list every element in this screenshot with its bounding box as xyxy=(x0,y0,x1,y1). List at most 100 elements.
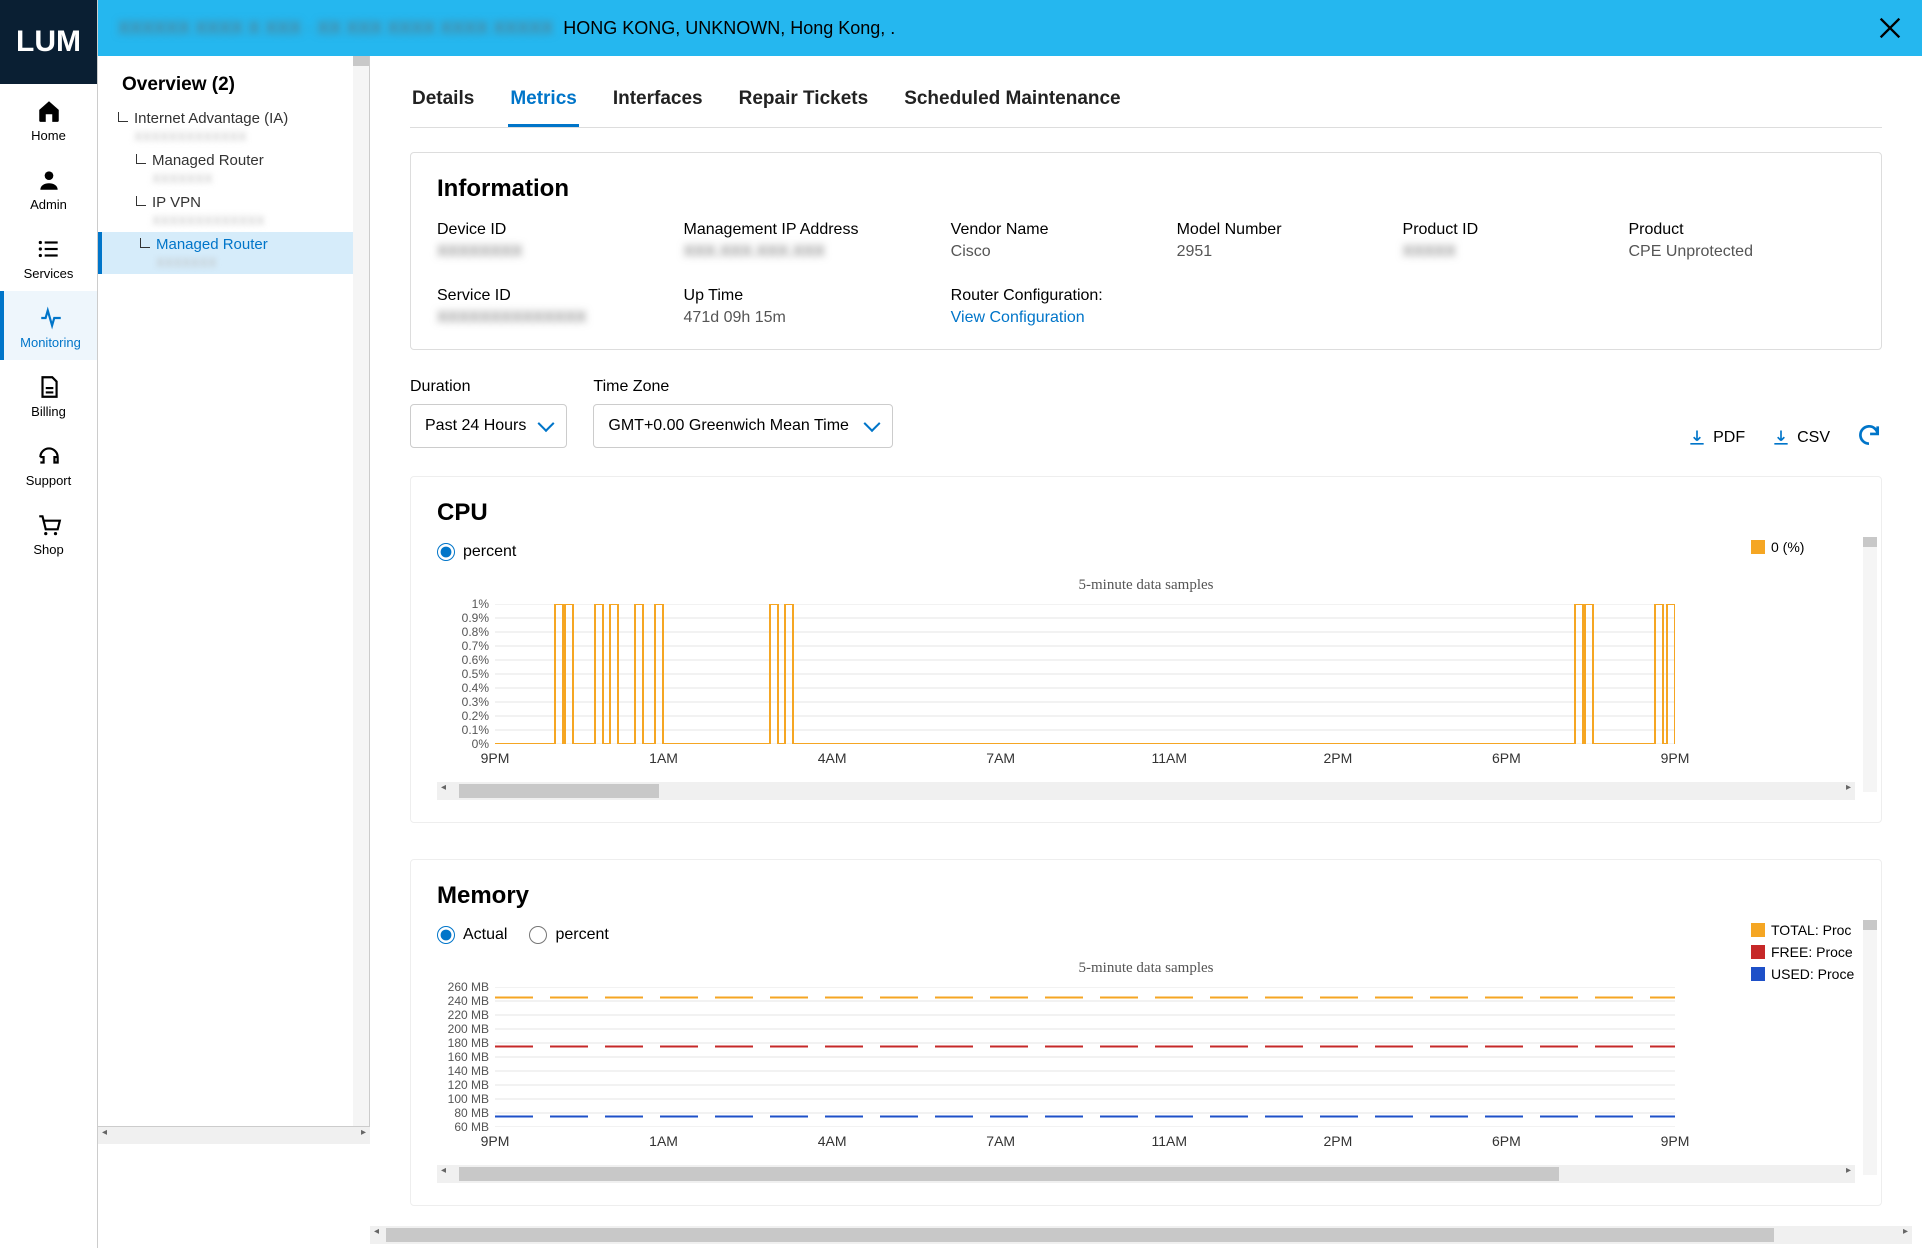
y-tick: 80 MB xyxy=(454,1106,489,1120)
memory-radio-percent-input[interactable] xyxy=(529,926,547,944)
tree-hscroll[interactable] xyxy=(98,1126,370,1144)
info-key: Router Configuration: xyxy=(951,287,1157,305)
y-tick: 100 MB xyxy=(448,1092,489,1106)
legend-label: 0 (%) xyxy=(1771,539,1804,555)
memory-radio-actual[interactable]: Actual xyxy=(437,926,507,944)
x-tick: 1AM xyxy=(649,750,678,766)
legend-swatch xyxy=(1751,923,1765,937)
memory-legend: TOTAL: ProcFREE: ProceUSED: Proce xyxy=(1751,922,1861,988)
tab-repair-tickets[interactable]: Repair Tickets xyxy=(737,74,871,127)
timezone-select[interactable]: GMT+0.00 Greenwich Mean Time xyxy=(593,404,893,448)
info-key: Device ID xyxy=(437,221,664,239)
tree-item[interactable]: Managed RouterXXXXXXX xyxy=(98,148,369,190)
export-pdf-button[interactable]: PDF xyxy=(1687,428,1745,448)
tab-metrics[interactable]: Metrics xyxy=(508,74,579,127)
cpu-hscroll[interactable] xyxy=(437,782,1855,800)
cpu-vscroll[interactable] xyxy=(1863,537,1877,792)
timezone-control: Time Zone GMT+0.00 Greenwich Mean Time xyxy=(593,378,893,448)
info-value[interactable]: View Configuration xyxy=(951,305,1157,327)
tree-scrollbar[interactable] xyxy=(353,56,369,1128)
duration-label: Duration xyxy=(410,378,567,396)
y-tick: 0.3% xyxy=(462,695,489,709)
legend-swatch xyxy=(1751,967,1765,981)
pdf-label: PDF xyxy=(1713,429,1745,447)
x-tick: 9PM xyxy=(1661,750,1690,766)
tab-scheduled-maintenance[interactable]: Scheduled Maintenance xyxy=(902,74,1122,127)
info-value: 471d 09h 15m xyxy=(684,305,931,327)
memory-radio-actual-input[interactable] xyxy=(437,926,455,944)
tree-item[interactable]: IP VPNXXXXXXXXXXXXX xyxy=(98,190,369,232)
nav-item-shop[interactable]: Shop xyxy=(0,498,97,567)
y-tick: 200 MB xyxy=(448,1022,489,1036)
y-tick: 0.5% xyxy=(462,667,489,681)
list-icon xyxy=(36,236,62,262)
x-tick: 6PM xyxy=(1492,750,1521,766)
information-card: Information Device IDXXXXXXXXManagement … xyxy=(410,152,1882,350)
cpu-subtitle: 5-minute data samples xyxy=(437,573,1855,598)
refresh-button[interactable] xyxy=(1856,422,1882,448)
information-title: Information xyxy=(437,175,1855,203)
tree-item[interactable]: Internet Advantage (IA)XXXXXXXXXXXXX xyxy=(98,106,369,148)
cpu-radio-percent-input[interactable] xyxy=(437,543,455,561)
nav-item-monitoring[interactable]: Monitoring xyxy=(0,291,97,360)
x-tick: 4AM xyxy=(818,750,847,766)
pulse-icon xyxy=(38,305,64,331)
y-tick: 0.8% xyxy=(462,625,489,639)
breadcrumb: XXXXXX XXXX X XXX · XX XXX XXXX XXXX XXX… xyxy=(118,18,895,39)
info-field: Product IDXXXXX xyxy=(1403,221,1609,261)
x-tick: 2PM xyxy=(1323,1133,1352,1149)
info-field: Management IP AddressXXX.XXX.XXX.XXX xyxy=(684,221,931,261)
top-bar: XXXXXX XXXX X XXX · XX XXX XXXX XXXX XXX… xyxy=(98,0,1922,56)
home-icon xyxy=(36,98,62,124)
info-field: ProductCPE Unprotected xyxy=(1628,221,1855,261)
nav-label: Services xyxy=(0,266,97,281)
tree-item[interactable]: Managed RouterXXXXXXX xyxy=(98,232,369,274)
memory-title: Memory xyxy=(437,882,1855,910)
x-tick: 7AM xyxy=(986,750,1015,766)
cpu-legend: 0 (%) xyxy=(1751,539,1861,561)
memory-radio-percent[interactable]: percent xyxy=(529,926,608,944)
info-field: Vendor NameCisco xyxy=(951,221,1157,261)
nav-item-home[interactable]: Home xyxy=(0,84,97,153)
nav-item-services[interactable]: Services xyxy=(0,222,97,291)
nav-item-billing[interactable]: Billing xyxy=(0,360,97,429)
y-tick: 60 MB xyxy=(454,1120,489,1134)
nav-label: Monitoring xyxy=(4,335,97,350)
info-value: Cisco xyxy=(951,239,1157,261)
controls-row: Duration Past 24 Hours Time Zone GMT+0.0… xyxy=(410,378,1882,448)
tab-details[interactable]: Details xyxy=(410,74,476,127)
memory-radio-percent-label: percent xyxy=(555,926,608,944)
memory-hscroll[interactable] xyxy=(437,1165,1855,1183)
nav-label: Admin xyxy=(0,197,97,212)
export-csv-button[interactable]: CSV xyxy=(1771,428,1830,448)
main-hscroll[interactable] xyxy=(370,1226,1912,1244)
nav-label: Support xyxy=(0,473,97,488)
tab-interfaces[interactable]: Interfaces xyxy=(611,74,705,127)
info-field: Up Time471d 09h 15m xyxy=(684,287,931,327)
cpu-radio-percent[interactable]: percent xyxy=(437,543,516,561)
memory-chart-card: Memory Actual percent 5-minute data samp… xyxy=(410,859,1882,1206)
csv-label: CSV xyxy=(1797,429,1830,447)
y-tick: 120 MB xyxy=(448,1078,489,1092)
duration-select[interactable]: Past 24 Hours xyxy=(410,404,567,448)
user-icon xyxy=(36,167,62,193)
overview-tree: Overview (2) Internet Advantage (IA)XXXX… xyxy=(98,56,370,1128)
memory-plot xyxy=(495,987,1675,1127)
x-tick: 6PM xyxy=(1492,1133,1521,1149)
nav-item-admin[interactable]: Admin xyxy=(0,153,97,222)
memory-vscroll[interactable] xyxy=(1863,920,1877,1175)
info-value: CPE Unprotected xyxy=(1628,239,1855,261)
cpu-chart-card: CPU percent 5-minute data samples 1%0.9%… xyxy=(410,476,1882,823)
close-icon xyxy=(1876,14,1904,42)
y-tick: 0% xyxy=(472,737,489,751)
legend-label: FREE: Proce xyxy=(1771,944,1853,960)
info-value: XXXXX xyxy=(1403,239,1609,261)
close-button[interactable] xyxy=(1876,14,1904,47)
y-tick: 240 MB xyxy=(448,994,489,1008)
breadcrumb-location: HONG KONG, UNKNOWN, Hong Kong, . xyxy=(563,18,895,38)
cpu-plot xyxy=(495,604,1675,744)
info-key: Model Number xyxy=(1177,221,1383,239)
nav-item-support[interactable]: Support xyxy=(0,429,97,498)
info-field: Model Number2951 xyxy=(1177,221,1383,261)
left-nav: LUM HomeAdminServicesMonitoringBillingSu… xyxy=(0,0,98,1248)
